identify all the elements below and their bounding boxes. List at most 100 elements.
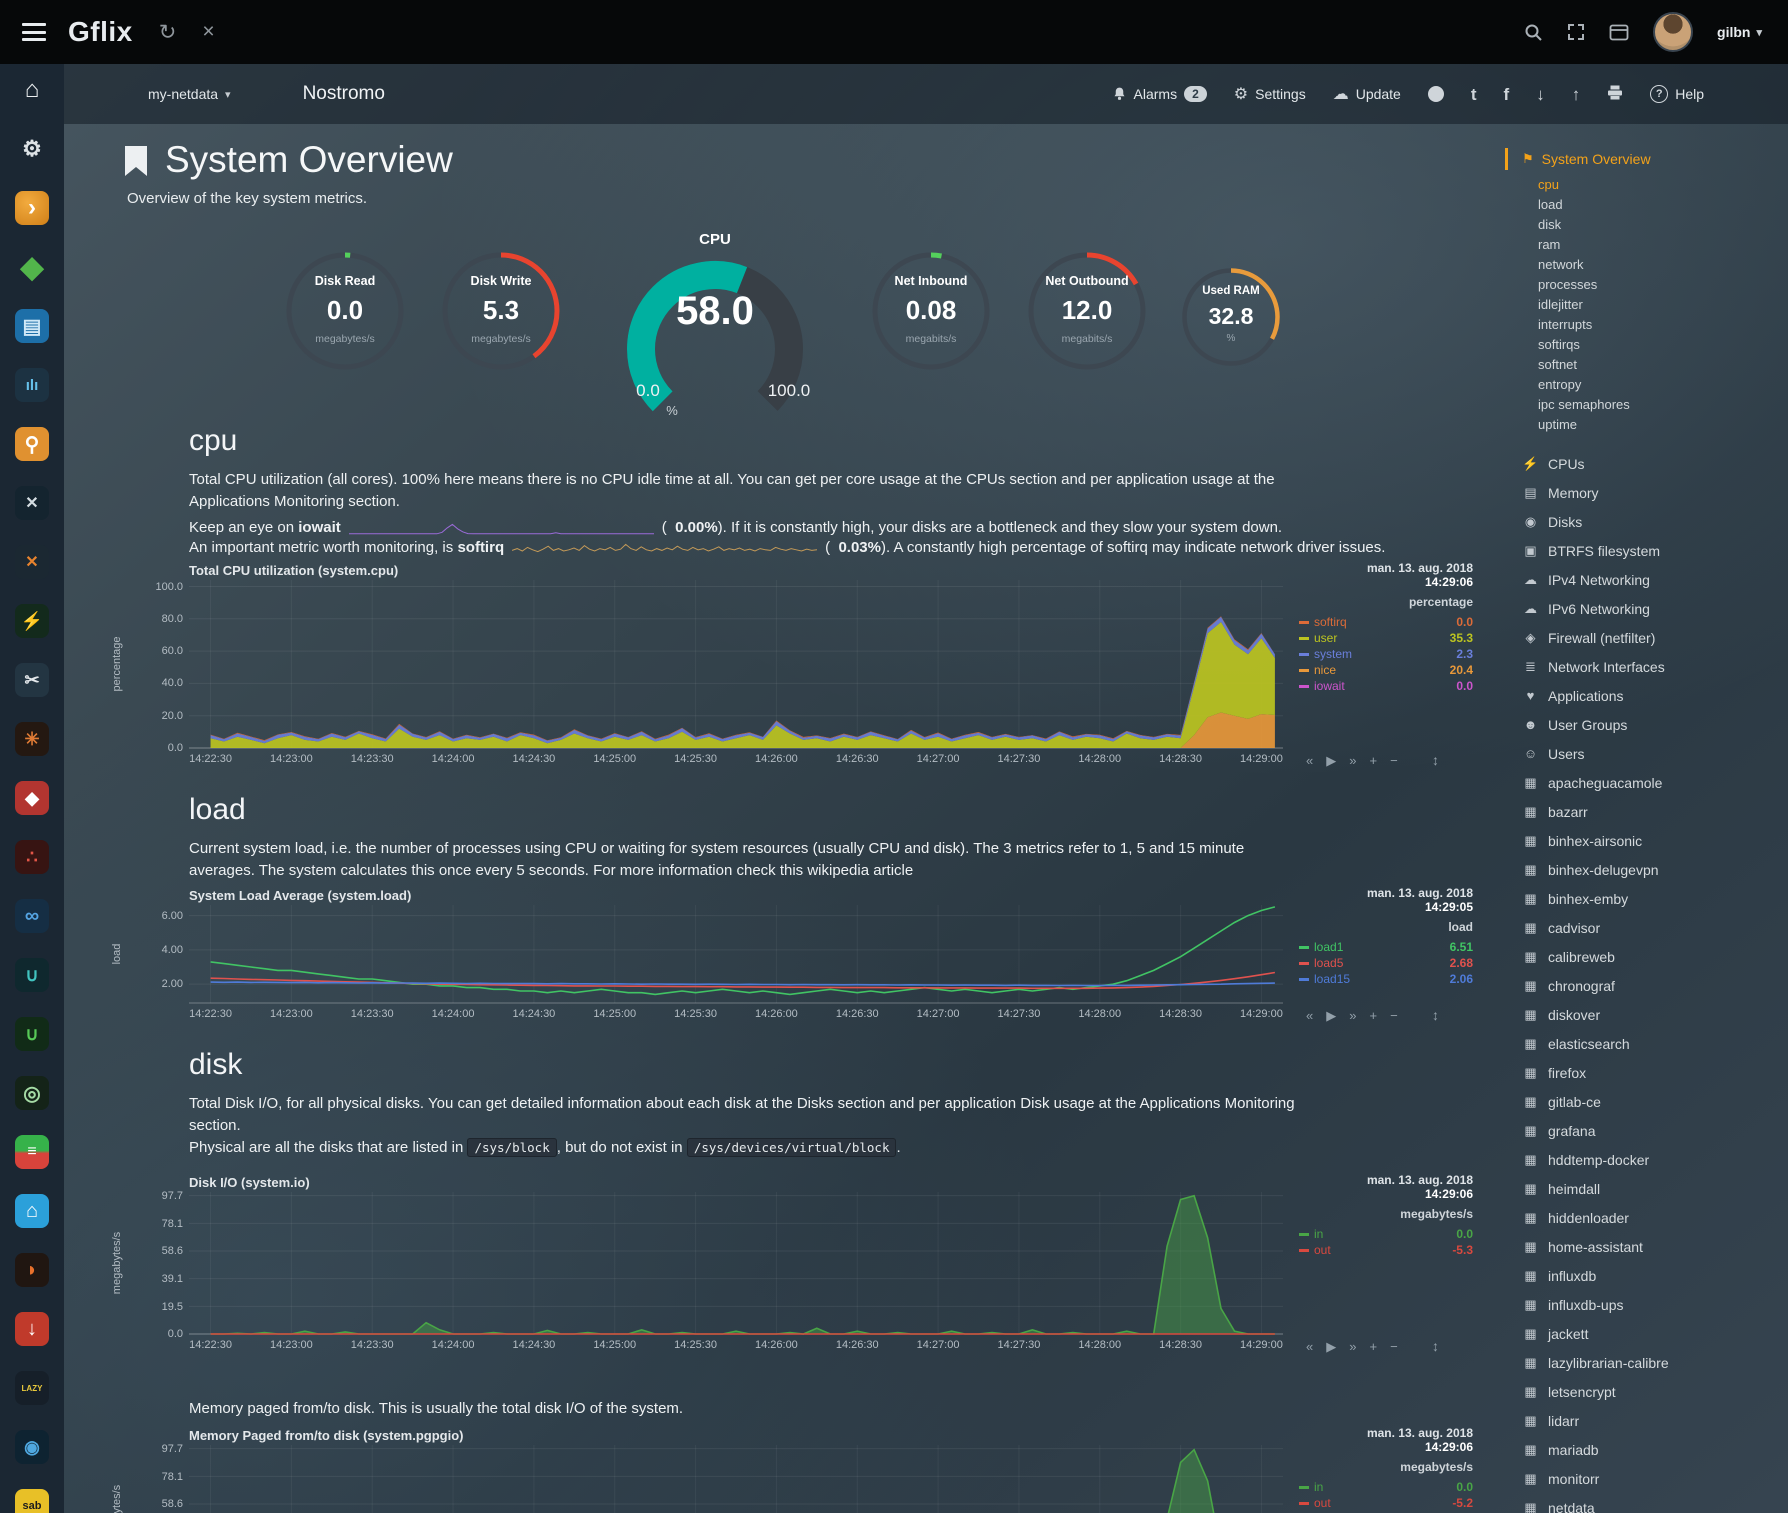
- menu-item[interactable]: ▦ monitorr: [1522, 1464, 1787, 1493]
- menu-item[interactable]: ▦ bazarr: [1522, 797, 1787, 826]
- submenu-item[interactable]: idlejitter: [1538, 295, 1787, 315]
- pan-backward-icon[interactable]: «: [1306, 753, 1313, 769]
- legend-row[interactable]: out -5.2: [1299, 1495, 1473, 1511]
- menu-item[interactable]: ▦ netdata: [1522, 1493, 1787, 1513]
- hamburger-menu-icon[interactable]: [22, 23, 46, 41]
- scissors-icon[interactable]: ✂: [15, 663, 49, 697]
- app-icon-blue-rings[interactable]: ∞: [15, 899, 49, 933]
- cpu-gauge[interactable]: CPU 58.0 0.0 100.0 %: [600, 231, 830, 423]
- menu-item[interactable]: ▦ influxdb-ups: [1522, 1290, 1787, 1319]
- menu-item[interactable]: ▦ gitlab-ce: [1522, 1087, 1787, 1116]
- app-icon-lazy[interactable]: LAZY: [15, 1371, 49, 1405]
- net-inbound-gauge[interactable]: Net Inbound 0.08 megabits/s: [869, 249, 993, 373]
- pan-forward-icon[interactable]: »: [1349, 1339, 1356, 1355]
- menu-item[interactable]: ▦ heimdall: [1522, 1174, 1787, 1203]
- net-outbound-gauge[interactable]: Net Outbound 12.0 megabits/s: [1025, 249, 1149, 373]
- disk-read-gauge[interactable]: Disk Read 0.0 megabytes/s: [283, 249, 407, 373]
- play-icon[interactable]: ▶: [1326, 1008, 1336, 1024]
- menu-item[interactable]: ☁ IPv6 Networking: [1522, 594, 1787, 623]
- pan-forward-icon[interactable]: »: [1349, 753, 1356, 769]
- app-icon-red-arrow[interactable]: ↓: [15, 1312, 49, 1346]
- cpu-chart[interactable]: Total CPU utilization (system.cpu) perce…: [189, 563, 1489, 768]
- app-icon-magnifier[interactable]: ⚲: [15, 427, 49, 461]
- submenu-item[interactable]: softnet: [1538, 355, 1787, 375]
- app-icon-pills[interactable]: ≡: [15, 1135, 49, 1169]
- chart-plot-area[interactable]: 14:22:3014:23:0014:23:3014:24:0014:24:30…: [189, 905, 1283, 1023]
- refresh-icon[interactable]: ↻: [159, 20, 177, 45]
- pan-backward-icon[interactable]: «: [1306, 1339, 1313, 1355]
- app-icon-red-shield[interactable]: ◆: [15, 781, 49, 815]
- avatar[interactable]: [1653, 12, 1693, 52]
- app-icon-dark-x[interactable]: ✕: [15, 486, 49, 520]
- iowait-sparkline[interactable]: [349, 521, 654, 536]
- legend-row[interactable]: nice 20.4: [1299, 662, 1473, 678]
- user-menu[interactable]: gilbn ▾: [1717, 24, 1762, 40]
- menu-item[interactable]: ▦ letsencrypt: [1522, 1377, 1787, 1406]
- close-icon[interactable]: ×: [202, 20, 214, 44]
- app-icon-dark-ring[interactable]: ◎: [15, 1076, 49, 1110]
- resize-handle-icon[interactable]: ↕: [1432, 1007, 1439, 1023]
- menu-item[interactable]: ▦ grafana: [1522, 1116, 1787, 1145]
- submenu-item[interactable]: interrupts: [1538, 315, 1787, 335]
- upload-icon[interactable]: ↑: [1572, 86, 1581, 103]
- app-icon-orange-fox[interactable]: ◗: [15, 1253, 49, 1287]
- submenu-item[interactable]: cpu: [1538, 175, 1787, 195]
- zoom-in-icon[interactable]: +: [1369, 1008, 1377, 1024]
- pan-forward-icon[interactable]: »: [1349, 1008, 1356, 1024]
- menu-item[interactable]: ▦ influxdb: [1522, 1261, 1787, 1290]
- legend-row[interactable]: in 0.0: [1299, 1226, 1473, 1242]
- menu-item[interactable]: ◈ Firewall (netfilter): [1522, 623, 1787, 652]
- menu-item[interactable]: ▦ mariadb: [1522, 1435, 1787, 1464]
- play-icon[interactable]: ▶: [1326, 1339, 1336, 1355]
- menu-item[interactable]: ▦ binhex-delugevpn: [1522, 855, 1787, 884]
- app-icon-bug[interactable]: ✳: [15, 722, 49, 756]
- resize-handle-icon[interactable]: ↕: [1432, 752, 1439, 768]
- zoom-out-icon[interactable]: −: [1390, 1008, 1398, 1024]
- menu-item[interactable]: ▦ jackett: [1522, 1319, 1787, 1348]
- menu-item[interactable]: ☺ Users: [1522, 739, 1787, 768]
- legend-row[interactable]: out -5.3: [1299, 1242, 1473, 1258]
- chart-plot-area[interactable]: 14:22:3014:23:0014:23:3014:24:0014:24:30…: [189, 1192, 1283, 1354]
- server-dropdown[interactable]: my-netdata ▾: [148, 86, 231, 102]
- menu-item[interactable]: ▦ chronograf: [1522, 971, 1787, 1000]
- zoom-in-icon[interactable]: +: [1369, 753, 1377, 769]
- app-icon-blue-drop[interactable]: ◉: [15, 1430, 49, 1464]
- menu-system-overview[interactable]: ⚑ System Overview: [1505, 148, 1787, 170]
- play-icon[interactable]: ▶: [1326, 753, 1336, 769]
- menu-item[interactable]: ◉ Disks: [1522, 507, 1787, 536]
- disk-write-gauge[interactable]: Disk Write 5.3 megabytes/s: [439, 249, 563, 373]
- submenu-item[interactable]: uptime: [1538, 415, 1787, 435]
- zoom-in-icon[interactable]: +: [1369, 1339, 1377, 1355]
- disk-io-chart[interactable]: Disk I/O (system.io) megabytes/s 14:22:3…: [189, 1175, 1489, 1354]
- app-icon-green-u[interactable]: ∪: [15, 1017, 49, 1051]
- legend-row[interactable]: load1 6.51: [1299, 939, 1473, 955]
- menu-item[interactable]: ▦ binhex-emby: [1522, 884, 1787, 913]
- submenu-item[interactable]: ipc semaphores: [1538, 395, 1787, 415]
- app-icon-teal-u[interactable]: ∪: [15, 958, 49, 992]
- menu-item[interactable]: ▦ cadvisor: [1522, 913, 1787, 942]
- legend-row[interactable]: softirq 0.0: [1299, 614, 1473, 630]
- menu-item[interactable]: ▦ lidarr: [1522, 1406, 1787, 1435]
- app-icon-blue-stack[interactable]: ▤: [15, 309, 49, 343]
- legend-row[interactable]: user 35.3: [1299, 630, 1473, 646]
- menu-item[interactable]: ▦ lazylibrarian-calibre: [1522, 1348, 1787, 1377]
- download-icon[interactable]: ↓: [1536, 86, 1545, 103]
- twitter-icon[interactable]: t: [1471, 86, 1477, 103]
- softirq-sparkline[interactable]: [512, 541, 817, 556]
- app-icon-green-diamond[interactable]: ◆: [15, 250, 49, 284]
- menu-item[interactable]: ▦ binhex-airsonic: [1522, 826, 1787, 855]
- menu-item[interactable]: ▦ elasticsearch: [1522, 1029, 1787, 1058]
- alarms-button[interactable]: Alarms 2: [1112, 86, 1207, 102]
- zoom-out-icon[interactable]: −: [1390, 753, 1398, 769]
- settings-gear-icon[interactable]: ⚙: [15, 132, 49, 166]
- used-ram-gauge[interactable]: Used RAM 32.8 %: [1179, 265, 1283, 369]
- menu-item[interactable]: ☁ IPv4 Networking: [1522, 565, 1787, 594]
- facebook-icon[interactable]: f: [1504, 86, 1510, 103]
- search-icon[interactable]: [1524, 23, 1543, 42]
- submenu-item[interactable]: load: [1538, 195, 1787, 215]
- legend-row[interactable]: in 0.0: [1299, 1479, 1473, 1495]
- fullscreen-icon[interactable]: [1567, 23, 1585, 41]
- submenu-item[interactable]: network: [1538, 255, 1787, 275]
- tabs-icon[interactable]: [1609, 24, 1629, 41]
- update-button[interactable]: ☁ Update: [1333, 84, 1401, 104]
